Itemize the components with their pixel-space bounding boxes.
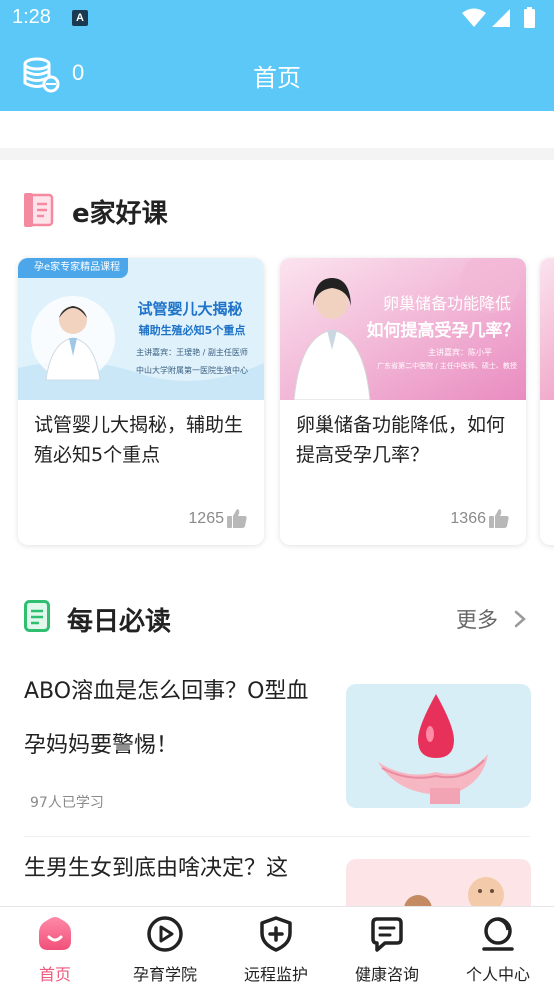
page-title: 首页 bbox=[253, 64, 301, 92]
nav-remote-monitor[interactable]: 远程监护 bbox=[221, 907, 331, 985]
profile-icon bbox=[482, 917, 514, 951]
play-circle-icon bbox=[147, 916, 183, 952]
thumbs-up-icon[interactable] bbox=[226, 507, 248, 529]
course-banner-org: 中山大学附属第一医院生殖中心 bbox=[136, 366, 248, 375]
status-bar: 1:28 A bbox=[0, 0, 554, 38]
nav-home[interactable]: 首页 bbox=[0, 907, 110, 985]
course-banner-subline: 如何提高受孕几率？ bbox=[366, 321, 520, 341]
app-header: 1:28 A 0 首页 bbox=[0, 0, 554, 111]
thumbs-up-icon[interactable] bbox=[488, 507, 510, 529]
section-divider bbox=[0, 148, 554, 160]
course-banner-headline: 试管婴儿大揭秘 bbox=[137, 300, 243, 318]
like-count: 1265 bbox=[188, 510, 224, 527]
article-title: 生男生女到底由啥决定？这 bbox=[24, 856, 289, 881]
course-banner-org: 广东省第二中医院 / 主任中医师、硕士、教授 bbox=[377, 362, 517, 370]
article-image bbox=[346, 684, 531, 808]
course-banner-tag: 孕e家专家精品课程 bbox=[18, 258, 129, 278]
course-banner-headline: 卵巢储备功能降低 bbox=[382, 294, 511, 313]
course-section-icon bbox=[24, 193, 54, 227]
nav-label: 远程监护 bbox=[243, 965, 308, 984]
course-thumbnail: 孕e家专家精品课程 试管婴儿大揭秘 辅助生殖必知5个重点 主讲嘉宾：王瑷艳 / … bbox=[18, 258, 264, 400]
daily-section-icon bbox=[24, 600, 50, 632]
nav-label: 首页 bbox=[38, 965, 71, 984]
nav-label: 孕育学院 bbox=[132, 965, 197, 984]
course-title: 卵巢储备功能降低，如何提高受孕几率？ bbox=[296, 414, 506, 466]
more-link[interactable]: 更多 bbox=[456, 604, 498, 634]
daily-section-title: 每日必读 bbox=[67, 607, 172, 637]
shield-plus-icon bbox=[260, 916, 292, 952]
system-status-icons bbox=[462, 7, 535, 28]
blood-drop-hand-illustration bbox=[378, 694, 488, 804]
course-thumbnail: 卵巢储备功能降低 如何提高受孕几率？ 主讲嘉宾：陈小平 广东省第二中医院 / 主… bbox=[280, 258, 526, 400]
nav-academy[interactable]: 孕育学院 bbox=[110, 907, 220, 985]
courses-section-title: e家好课 bbox=[72, 199, 168, 229]
divider bbox=[24, 836, 530, 837]
nav-health-consult[interactable]: 健康咨询 bbox=[332, 907, 442, 985]
notification-a-icon: A bbox=[72, 10, 88, 26]
like-count: 1366 bbox=[450, 510, 486, 527]
article-title: ABO溶血是怎么回事？O型血孕妈妈要警惕！ bbox=[24, 679, 309, 758]
course-card-partial[interactable] bbox=[540, 258, 554, 545]
course-thumbnail bbox=[540, 258, 554, 400]
course-card[interactable]: 孕e家专家精品课程 试管婴儿大揭秘 辅助生殖必知5个重点 主讲嘉宾：王瑷艳 / … bbox=[18, 258, 264, 545]
chat-icon bbox=[371, 917, 403, 952]
course-title: 试管婴儿大揭秘，辅助生殖必知5个重点 bbox=[34, 414, 244, 466]
nav-profile[interactable]: 个人中心 bbox=[443, 907, 553, 985]
nav-label: 个人中心 bbox=[465, 965, 530, 984]
bottom-nav: 首页 孕育学院 远程监护 健康咨询 个人中心 bbox=[0, 906, 554, 985]
nav-label: 健康咨询 bbox=[354, 965, 419, 984]
chevron-right-icon[interactable] bbox=[513, 609, 527, 629]
course-banner-speaker: 主讲嘉宾：陈小平 bbox=[428, 348, 492, 357]
course-card[interactable]: 卵巢储备功能降低 如何提高受孕几率？ 主讲嘉宾：陈小平 广东省第二中医院 / 主… bbox=[280, 258, 526, 545]
course-banner-speaker: 主讲嘉宾：王瑷艳 / 副主任医师 bbox=[136, 348, 248, 357]
status-time: 1:28 bbox=[12, 6, 51, 28]
course-banner-subline: 辅助生殖必知5个重点 bbox=[138, 324, 246, 337]
article-learners: 97人已学习 bbox=[30, 795, 104, 811]
home-icon bbox=[39, 917, 71, 950]
